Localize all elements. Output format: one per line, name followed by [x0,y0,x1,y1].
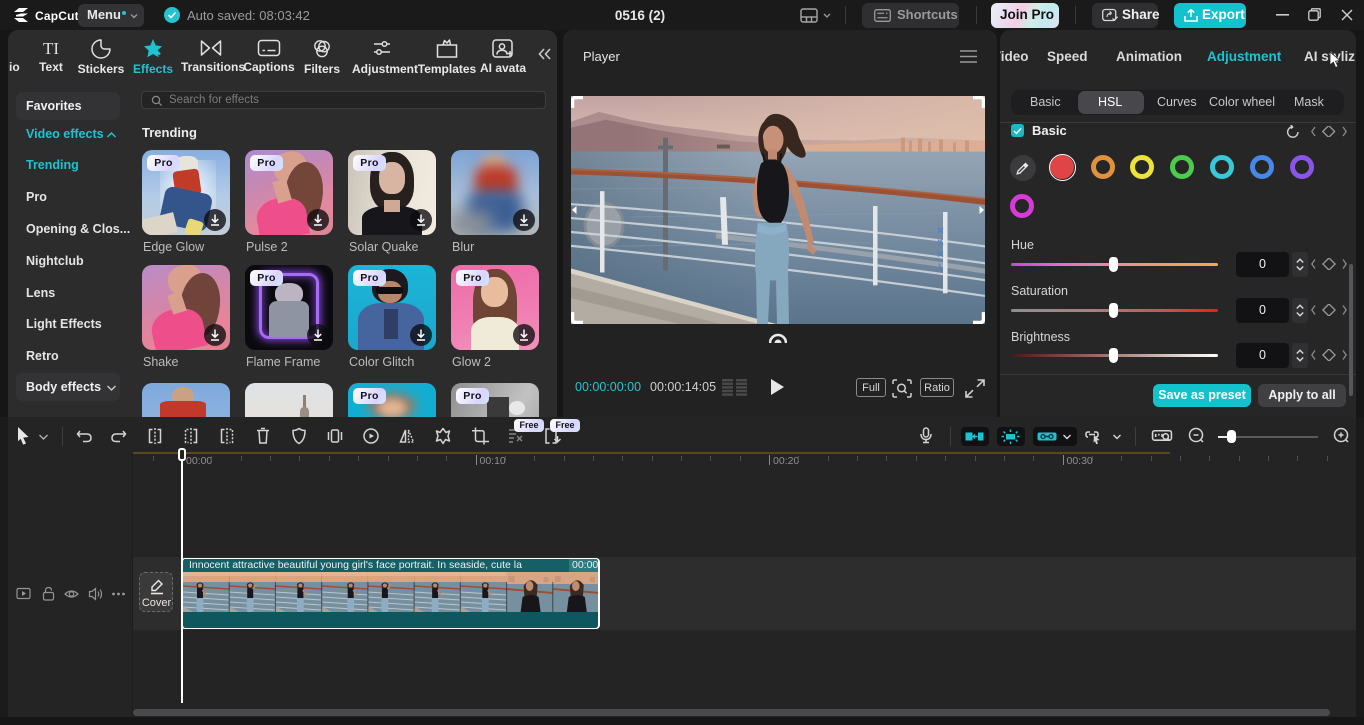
svg-text:TI: TI [43,39,59,58]
